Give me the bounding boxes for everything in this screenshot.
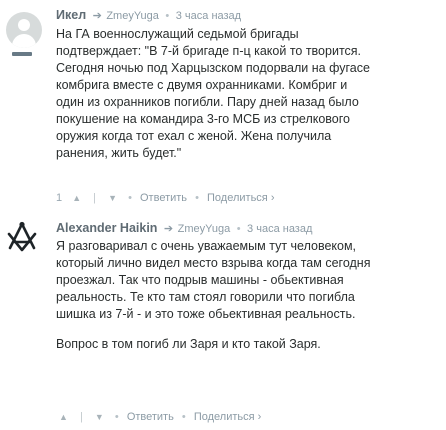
compass-square-icon	[7, 221, 37, 252]
vote-divider: |	[79, 411, 83, 423]
comment-header: Икел ➔ ZmeyYuga • 3 часа назад	[56, 7, 241, 24]
share-arrow-icon: ›	[257, 411, 262, 423]
comment-text-line: подтверждает: "В 7-й бригаде п-ц какой т…	[56, 44, 362, 58]
comment-text-line: один из охранников погибли. Пару дней на…	[56, 95, 359, 109]
comment-text-line: оружия когда тот ехал с женой. Жена полу…	[56, 129, 332, 143]
bullet-separator: •	[236, 223, 241, 235]
comment-body: На ГА военнослужащий седьмой бригады под…	[56, 26, 440, 162]
comment-text-line: комбрига вместе с двумя охранниками. Ком…	[56, 78, 348, 92]
collapse-thread-button[interactable]	[12, 52, 32, 56]
comment-header: Alexander Haikin ➔ ZmeyYuga • 3 часа наз…	[56, 220, 312, 237]
comment-text-line: Сегодня ночью под Харцызском подорвали н…	[56, 61, 370, 75]
avatar-body-shape	[12, 34, 36, 48]
avatar[interactable]	[5, 220, 39, 254]
comment-text-line: который лично видел место взрыва когда т…	[56, 256, 371, 270]
comment-footer: ▲ | ▼ • Ответить • Поделиться ›	[56, 410, 261, 424]
share-label: Поделиться	[193, 411, 255, 423]
comment: Икел ➔ ZmeyYuga • 3 часа назад На ГА вое…	[0, 0, 446, 212]
chevron-up-icon[interactable]: ▲	[72, 193, 81, 203]
chevron-up-icon[interactable]: ▲	[59, 412, 68, 422]
vote-count: 1	[56, 192, 63, 204]
chevron-down-icon[interactable]: ▼	[108, 193, 117, 203]
comment-text-line: На ГА военнослужащий седьмой бригады	[56, 27, 299, 41]
share-button[interactable]: Поделиться ›	[194, 411, 261, 423]
comment: Alexander Haikin ➔ ZmeyYuga • 3 часа наз…	[0, 214, 446, 430]
comment-text-line: реальность. Те кто там стоял говорили чт…	[56, 290, 355, 304]
reply-button[interactable]: Ответить	[140, 192, 187, 204]
comment-text-line: покушение на командира 3-го МСБ из стрел…	[56, 112, 350, 126]
timestamp[interactable]: 3 часа назад	[247, 223, 312, 235]
reply-button[interactable]: Ответить	[127, 411, 174, 423]
chevron-down-icon[interactable]: ▼	[95, 412, 104, 422]
bullet-separator: •	[165, 10, 170, 22]
comment-text-line: Вопрос в том погиб ли Заря и кто такой З…	[56, 337, 321, 351]
author-name[interactable]: Alexander Haikin	[56, 221, 157, 235]
bullet-separator: •	[195, 192, 199, 204]
reply-arrow-icon: ➔	[163, 223, 174, 235]
bullet-separator: •	[181, 411, 186, 423]
share-label: Поделиться	[207, 192, 268, 204]
comment-text-line: шишка из 7-й - и это тоже обьективная ре…	[56, 307, 356, 321]
share-arrow-icon: ›	[270, 192, 275, 204]
comment-text-line: Я разговаривал с очень уважаемым тут чел…	[56, 239, 357, 253]
timestamp[interactable]: 3 часа назад	[176, 10, 241, 22]
comment-text-line: ранения, жить будет."	[56, 146, 182, 160]
vote-divider: |	[93, 192, 97, 204]
avatar[interactable]	[6, 12, 42, 48]
reply-to-user[interactable]: ZmeyYuga	[178, 223, 231, 235]
avatar-head-shape	[18, 19, 30, 31]
bullet-separator: •	[128, 192, 132, 204]
comment-body: Я разговаривал с очень уважаемым тут чел…	[56, 238, 440, 353]
share-button[interactable]: Поделиться ›	[207, 192, 274, 204]
comment-text-line: проезжал. Так что подрыв машины - обьект…	[56, 273, 344, 287]
bullet-separator: •	[114, 411, 119, 423]
author-name[interactable]: Икел	[56, 8, 86, 22]
reply-to-user[interactable]: ZmeyYuga	[106, 10, 159, 22]
comment-footer: 1 ▲ | ▼ • Ответить • Поделиться ›	[56, 191, 275, 205]
reply-arrow-icon: ➔	[92, 10, 102, 22]
